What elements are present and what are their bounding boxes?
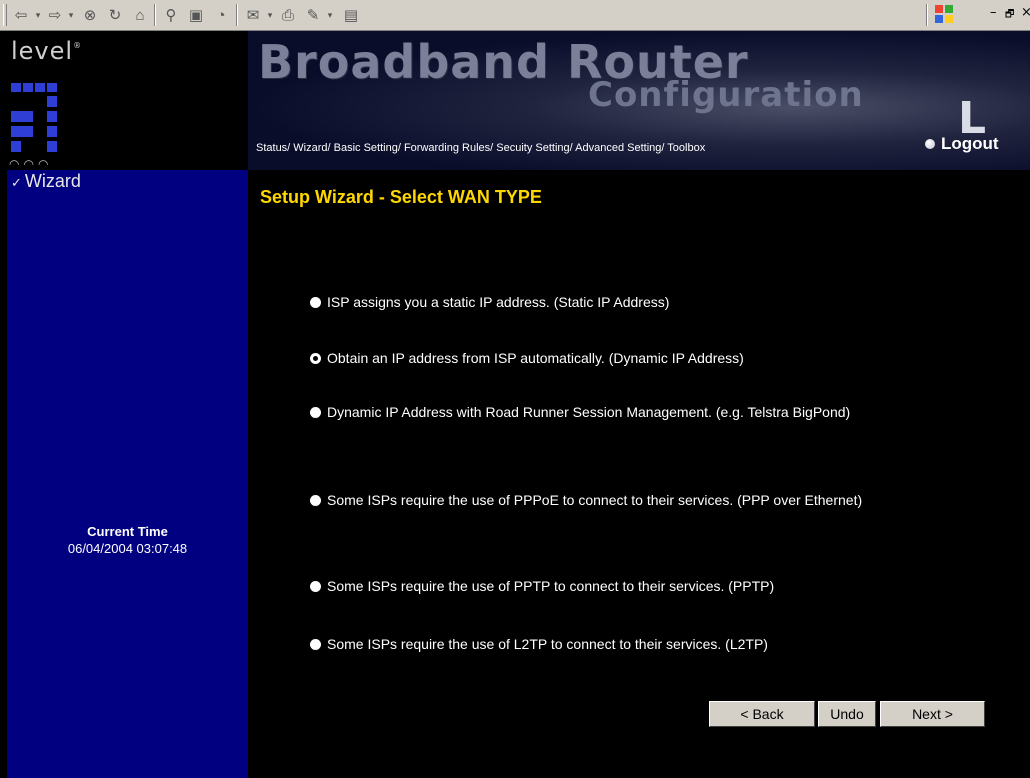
banner-subtitle: Configuration — [588, 75, 864, 115]
sidebar-item-wizard[interactable]: ✓ Wizard — [11, 171, 81, 192]
logo-block — [35, 83, 45, 92]
edit-dropdown-icon[interactable]: ▾ — [325, 3, 335, 27]
logout-link[interactable]: Logout — [941, 134, 999, 154]
option-label: Obtain an IP address from ISP automatica… — [327, 350, 744, 366]
restore-button[interactable]: 🗗 — [1005, 7, 1014, 24]
logout-bullet-icon — [925, 139, 935, 149]
wan-option-dynamic[interactable]: Obtain an IP address from ISP automatica… — [310, 349, 930, 367]
main-nav[interactable]: Status/ Wizard/ Basic Setting/ Forwardin… — [256, 142, 705, 154]
logo-block — [11, 83, 21, 92]
logo-block — [47, 96, 57, 107]
radio-button[interactable] — [310, 407, 321, 418]
radio-button[interactable] — [310, 581, 321, 592]
back-button[interactable]: < Back — [709, 701, 815, 727]
page-title: Setup Wizard - Select WAN TYPE — [260, 187, 542, 207]
option-label: ISP assigns you a static IP address. (St… — [327, 294, 670, 310]
toolbar-grip[interactable] — [3, 4, 7, 26]
option-label: Dynamic IP Address with Road Runner Sess… — [327, 404, 851, 420]
mail-dropdown-icon[interactable]: ▾ — [265, 3, 275, 27]
forward-dropdown-icon[interactable]: ▾ — [66, 3, 76, 27]
logo-block — [47, 141, 57, 152]
option-label: Some ISPs require the use of PPTP to con… — [327, 578, 775, 594]
logo-block — [47, 83, 57, 92]
radio-button[interactable] — [310, 639, 321, 650]
forward-icon[interactable]: ⇨ — [45, 3, 65, 27]
logo-block — [11, 141, 21, 152]
print-icon[interactable]: ⎙ — [277, 3, 299, 27]
level-one-logo: level® ◠◠◠ — [7, 31, 248, 171]
radio-button[interactable] — [310, 297, 321, 308]
windows-logo-icon — [935, 5, 953, 23]
toolbar-separator — [926, 4, 928, 26]
toolbar-separator — [154, 4, 156, 26]
discuss-icon[interactable]: ▤ — [340, 3, 362, 27]
logo-block — [47, 111, 57, 122]
wan-option-pppoe[interactable]: Some ISPs require the use of PPPoE to co… — [310, 491, 920, 509]
next-button[interactable]: Next > — [880, 701, 985, 727]
current-time-label: Current Time — [87, 524, 168, 539]
toolbar-separator — [236, 4, 238, 26]
refresh-icon[interactable]: ↻ — [104, 3, 126, 27]
wan-option-l2tp[interactable]: Some ISPs require the use of L2TP to con… — [310, 635, 930, 653]
minimize-button[interactable]: – — [990, 5, 997, 20]
logo-sub-icon: ◠◠◠ — [9, 157, 53, 171]
option-label: Some ISPs require the use of PPPoE to co… — [327, 492, 863, 508]
header-banner: Broadband Router Configuration L Status/… — [248, 31, 1030, 170]
wan-option-pptp[interactable]: Some ISPs require the use of PPTP to con… — [310, 577, 930, 595]
history-icon[interactable]: ◔ — [210, 3, 232, 27]
logo-block — [23, 83, 33, 92]
logo-text: level® — [11, 37, 83, 65]
option-label: Some ISPs require the use of L2TP to con… — [327, 636, 768, 652]
wan-option-static[interactable]: ISP assigns you a static IP address. (St… — [310, 293, 930, 311]
current-time-value: 06/04/2004 03:07:48 — [67, 541, 188, 556]
check-icon: ✓ — [11, 176, 22, 191]
home-icon[interactable]: ⌂ — [129, 3, 151, 27]
radio-button-selected[interactable] — [310, 353, 321, 364]
browser-toolbar: ⇦ ▾ ⇨ ▾ ⊗ ↻ ⌂ ⚲ ▣ ◔ ✉ ▾ ⎙ ✎ ▾ ▤ – 🗗 × — [0, 0, 1030, 31]
main-content: Setup Wizard - Select WAN TYPE ISP assig… — [248, 170, 1030, 778]
wan-option-roadrunner[interactable]: Dynamic IP Address with Road Runner Sess… — [310, 403, 920, 421]
favorites-icon[interactable]: ▣ — [185, 3, 207, 27]
close-button[interactable]: × — [1021, 5, 1030, 20]
back-icon[interactable]: ⇦ — [10, 3, 32, 27]
radio-button[interactable] — [310, 495, 321, 506]
search-icon[interactable]: ⚲ — [160, 3, 182, 27]
logo-block — [47, 126, 57, 137]
edit-icon[interactable]: ✎ — [302, 3, 324, 27]
stop-icon[interactable]: ⊗ — [79, 3, 101, 27]
logo-block — [11, 126, 33, 137]
sidebar-item-label: Wizard — [24, 171, 81, 191]
back-dropdown-icon[interactable]: ▾ — [33, 3, 43, 27]
sidebar: level® ◠◠◠ ✓ Wizard Current Time 06/04/20… — [7, 31, 248, 778]
mail-icon[interactable]: ✉ — [242, 3, 264, 27]
logo-block — [11, 111, 33, 122]
undo-button[interactable]: Undo — [818, 701, 876, 727]
